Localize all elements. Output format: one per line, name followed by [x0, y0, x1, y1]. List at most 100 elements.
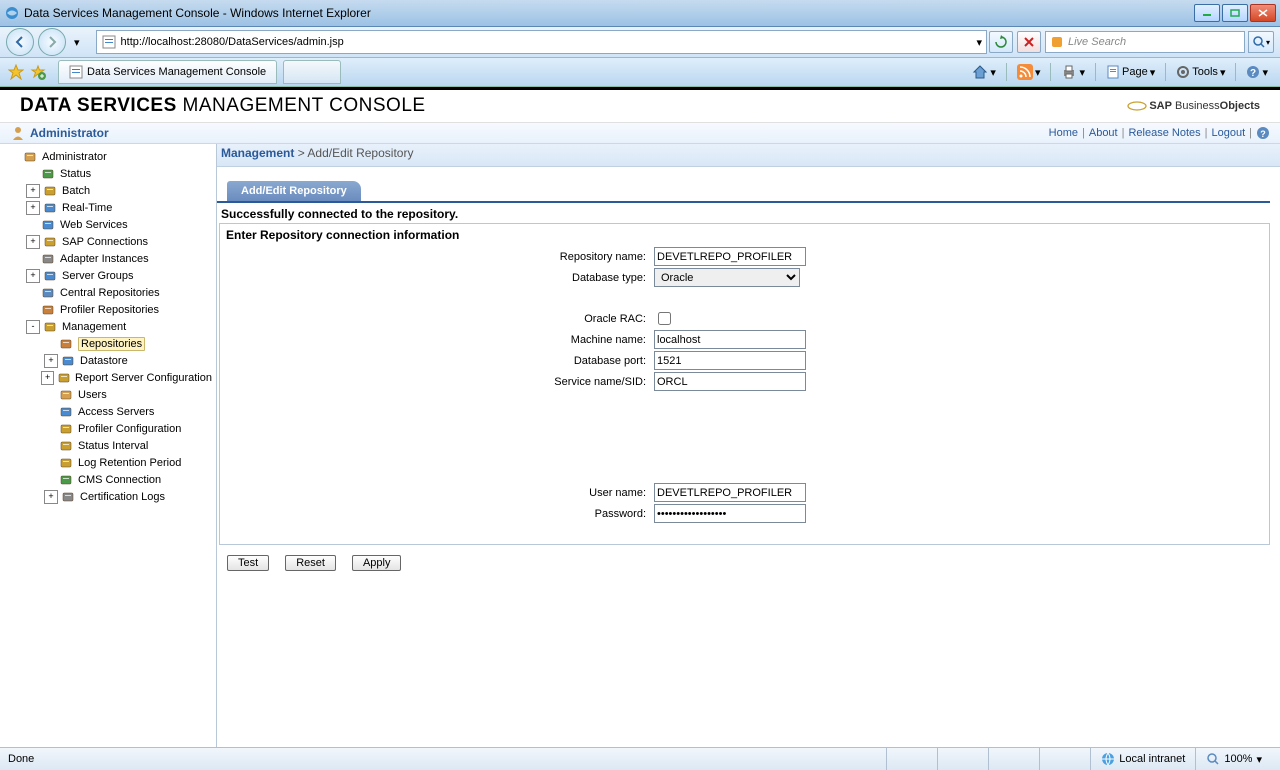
tree-node[interactable]: CMS Connection [0, 471, 216, 488]
search-provider-icon [1050, 35, 1064, 49]
print-button[interactable]: ▾ [1057, 61, 1089, 83]
batch-icon [42, 183, 58, 199]
admin-icon [22, 149, 38, 165]
svg-text:?: ? [1250, 68, 1256, 79]
tree-label: CMS Connection [78, 474, 161, 486]
tree-expander[interactable]: + [26, 269, 40, 283]
tree-node[interactable]: +Batch [0, 182, 216, 199]
chevron-down-icon[interactable]: ▾ [70, 36, 84, 49]
cms-icon [58, 472, 74, 488]
feeds-button[interactable]: ▾ [1013, 61, 1045, 83]
tree-node[interactable]: Status [0, 165, 216, 182]
stop-button[interactable] [1017, 31, 1041, 53]
ie-icon [4, 5, 20, 21]
input-db-port[interactable] [654, 351, 806, 370]
tree-label: Log Retention Period [78, 457, 181, 469]
repo-icon [58, 336, 74, 352]
sap-icon [42, 234, 58, 250]
browser-statusbar: Done Local intranet 100% ▾ [0, 747, 1280, 770]
reset-button[interactable]: Reset [285, 555, 336, 571]
browser-tabbar: Data Services Management Console ▾ ▾ ▾ P… [0, 58, 1280, 87]
link-home[interactable]: Home [1049, 127, 1078, 139]
label-password: Password: [220, 508, 654, 520]
tree-expander[interactable]: + [26, 184, 40, 198]
breadcrumb-root[interactable]: Management [221, 146, 294, 160]
tree-node[interactable]: +Server Groups [0, 267, 216, 284]
tree-node[interactable]: Users [0, 386, 216, 403]
tree-label: Users [78, 389, 107, 401]
tree-node[interactable]: +Certification Logs [0, 488, 216, 505]
maximize-button[interactable] [1222, 4, 1248, 22]
lrp-icon [58, 455, 74, 471]
link-logout[interactable]: Logout [1211, 127, 1245, 139]
status-zone: Local intranet [1090, 748, 1195, 770]
users-icon [58, 387, 74, 403]
favorites-star-icon[interactable] [8, 64, 24, 80]
status-zoom[interactable]: 100% ▾ [1195, 748, 1272, 770]
new-tab-button[interactable] [283, 60, 341, 84]
input-user[interactable] [654, 483, 806, 502]
tree-node[interactable]: +Datastore [0, 352, 216, 369]
forward-button[interactable] [38, 28, 66, 56]
checkbox-oracle-rac[interactable] [658, 312, 671, 325]
input-machine[interactable] [654, 330, 806, 349]
close-button[interactable] [1250, 4, 1276, 22]
tree-node[interactable]: + Real-Time [0, 199, 216, 216]
navigation-tree[interactable]: AdministratorStatus+Batch+Real-TimeWeb S… [0, 144, 217, 770]
tree-node[interactable]: -Management [0, 318, 216, 335]
tree-node[interactable]: +Report Server Configuration [0, 369, 216, 386]
select-db-type[interactable]: Oracle [654, 268, 800, 287]
home-button[interactable]: ▾ [968, 61, 1000, 83]
search-placeholder: Live Search [1068, 36, 1126, 48]
admin-icon [10, 125, 26, 141]
ws-icon [40, 217, 56, 233]
add-favorites-icon[interactable] [30, 64, 46, 80]
as-icon [58, 404, 74, 420]
address-bar[interactable]: http://localhost:28080/DataServices/admi… [96, 30, 987, 54]
tree-node[interactable]: +SAP Connections [0, 233, 216, 250]
back-button[interactable] [6, 28, 34, 56]
tree-expander[interactable]: + [44, 354, 58, 368]
input-service-sid[interactable] [654, 372, 806, 391]
pc-icon [58, 421, 74, 437]
dropdown-icon[interactable]: ▾ [976, 36, 982, 49]
link-about[interactable]: About [1089, 127, 1118, 139]
tree-label: Status [60, 168, 91, 180]
pr-icon [40, 302, 56, 318]
search-go-button[interactable]: ▾ [1248, 31, 1274, 53]
apply-button[interactable]: Apply [352, 555, 402, 571]
breadcrumb: Management > Add/Edit Repository [217, 144, 1280, 167]
tree-expander[interactable]: + [44, 490, 58, 504]
tree-label: Real-Time [62, 202, 112, 214]
tree-node[interactable]: Profiler Repositories [0, 301, 216, 318]
help-icon[interactable]: ? [1256, 126, 1270, 140]
tools-menu[interactable]: Tools ▾ [1172, 61, 1229, 83]
tree-expander[interactable]: + [26, 201, 40, 215]
tab-add-edit-repository[interactable]: Add/Edit Repository [227, 181, 361, 201]
tree-node[interactable]: Profiler Configuration [0, 420, 216, 437]
tree-expander[interactable]: + [41, 371, 54, 385]
tree-node[interactable]: Repositories [0, 335, 216, 352]
browser-tab-active[interactable]: Data Services Management Console [58, 60, 277, 84]
label-repo-name: Repository name: [220, 251, 654, 263]
tree-node[interactable]: Access Servers [0, 403, 216, 420]
tree-expander[interactable]: - [26, 320, 40, 334]
tree-expander[interactable]: + [26, 235, 40, 249]
search-input[interactable]: Live Search [1045, 31, 1245, 53]
help-button[interactable]: ?▾ [1242, 61, 1272, 83]
link-release-notes[interactable]: Release Notes [1128, 127, 1200, 139]
address-url: http://localhost:28080/DataServices/admi… [121, 36, 344, 48]
tree-node[interactable]: Central Repositories [0, 284, 216, 301]
tree-node[interactable]: Log Retention Period [0, 454, 216, 471]
input-repo-name[interactable] [654, 247, 806, 266]
status-message: Successfully connected to the repository… [221, 207, 1280, 221]
tree-node[interactable]: Adapter Instances [0, 250, 216, 267]
page-menu[interactable]: Page ▾ [1102, 61, 1159, 83]
refresh-button[interactable] [989, 31, 1013, 53]
tree-node[interactable]: Administrator [0, 148, 216, 165]
test-button[interactable]: Test [227, 555, 269, 571]
input-password[interactable] [654, 504, 806, 523]
minimize-button[interactable] [1194, 4, 1220, 22]
tree-node[interactable]: Status Interval [0, 437, 216, 454]
tree-node[interactable]: Web Services [0, 216, 216, 233]
